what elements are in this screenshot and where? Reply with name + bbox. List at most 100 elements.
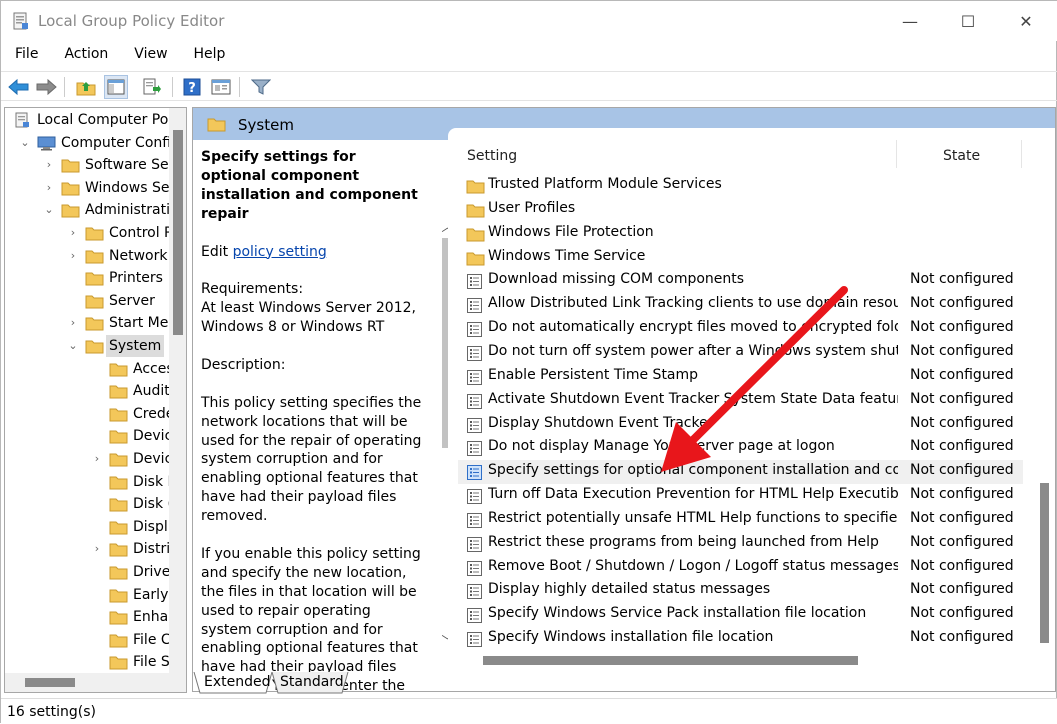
tree-node-label: Server: [109, 292, 155, 309]
tree-node[interactable]: Early: [5, 584, 169, 606]
tree-vertical-scrollbar[interactable]: [169, 108, 186, 673]
tree-node[interactable]: Local Computer Poli: [5, 109, 176, 131]
tab-extended[interactable]: Extended: [204, 674, 271, 690]
tree-node[interactable]: Acces: [5, 358, 174, 380]
maximize-button[interactable]: ☐: [939, 1, 997, 41]
tree-node-label: Audit: [133, 383, 170, 400]
tree-vscroll-thumb[interactable]: [173, 130, 183, 335]
toolbar-separator: [172, 77, 173, 97]
folder-icon: [61, 202, 80, 218]
show-hide-tree-button[interactable]: [104, 75, 128, 99]
svg-text:?: ?: [188, 81, 196, 96]
tree-node[interactable]: › Start Mer: [5, 312, 174, 334]
close-icon: ✕: [1019, 11, 1033, 31]
tree-node[interactable]: ⌄ Computer Confi: [5, 132, 171, 154]
tab-standard[interactable]: Standard: [280, 674, 344, 690]
expand-chevron-icon[interactable]: ›: [67, 245, 79, 267]
collapse-chevron-icon[interactable]: ⌄: [43, 199, 55, 221]
back-button[interactable]: [7, 75, 31, 99]
collapse-chevron-icon[interactable]: ⌄: [19, 132, 31, 154]
folder-icon: [85, 225, 104, 241]
policy-heading: Specify settings for optional component …: [201, 149, 418, 222]
tree-node[interactable]: Displ: [5, 516, 169, 538]
tree-node[interactable]: › Windows Set: [5, 177, 175, 199]
collapse-chevron-icon[interactable]: ⌄: [67, 335, 79, 357]
tree-node[interactable]: Server: [5, 290, 169, 312]
tree-node[interactable]: › Software Set: [5, 154, 174, 176]
tree-node-label: Printers: [109, 270, 163, 287]
tree-node[interactable]: Crede: [5, 403, 174, 425]
properties-button[interactable]: [209, 75, 233, 99]
forward-button[interactable]: [34, 75, 58, 99]
settings-list: Setting State Trusted Platform Module Se…: [448, 128, 1055, 691]
tree-node[interactable]: Printers: [5, 267, 169, 289]
folder-icon: [109, 541, 128, 557]
tree-node[interactable]: › Distri: [5, 538, 170, 560]
toolbar-separator: [239, 77, 240, 97]
folder-icon: [85, 293, 104, 309]
filter-icon: [251, 79, 271, 95]
help-button[interactable]: ?: [180, 75, 204, 99]
expand-chevron-icon[interactable]: ›: [43, 154, 55, 176]
tree-node-label: Drive: [133, 564, 171, 580]
policy-setting-link[interactable]: policy setting: [233, 244, 327, 260]
tree-hscroll-thumb[interactable]: [25, 678, 75, 687]
tree-node[interactable]: Disk I: [5, 471, 172, 493]
tree-node-label: Acces: [133, 360, 174, 377]
computer-icon: [37, 135, 56, 151]
tree-node[interactable]: Drive: [5, 561, 171, 583]
forward-arrow-icon: [36, 78, 57, 96]
tree-node[interactable]: File S: [5, 651, 170, 673]
folder-icon: [109, 564, 128, 580]
toolbar-separator: [64, 77, 65, 97]
status-text: 16 setting(s): [7, 704, 97, 720]
folder-icon: [109, 654, 128, 670]
tree-node[interactable]: Devic: [5, 425, 172, 447]
expand-chevron-icon[interactable]: ›: [67, 222, 79, 244]
tree-node[interactable]: › Devic: [5, 448, 172, 470]
menu-view[interactable]: View: [120, 43, 179, 69]
folder-icon: [109, 587, 128, 603]
tree-horizontal-scrollbar[interactable]: [5, 673, 186, 692]
expand-chevron-icon[interactable]: ›: [91, 538, 103, 560]
help-icon: ?: [183, 78, 201, 96]
maximize-icon: ☐: [960, 11, 976, 31]
tree-node[interactable]: Audit: [5, 380, 170, 402]
folder-icon: [109, 383, 128, 399]
menu-file[interactable]: File: [1, 43, 50, 69]
navigation-tree: File S File C Enha Early Drive › Distri Displ Di…: [4, 107, 187, 693]
export-list-button[interactable]: [140, 75, 164, 99]
menu-help[interactable]: Help: [180, 43, 238, 69]
close-button[interactable]: ✕: [997, 1, 1055, 41]
tree-node[interactable]: › Network: [5, 245, 169, 267]
expand-chevron-icon[interactable]: ›: [91, 448, 103, 470]
folder-icon: [85, 315, 104, 331]
menu-bar: File Action View Help: [1, 43, 1057, 69]
folder-icon: [207, 118, 226, 132]
folder-icon: [109, 496, 128, 512]
window-title: Local Group Policy Editor: [38, 12, 225, 30]
tree-node[interactable]: File C: [5, 629, 171, 651]
tree-node[interactable]: ⌄ System: [5, 335, 169, 357]
tree-node[interactable]: ⌄ Administrativ: [5, 199, 178, 221]
tree-node[interactable]: Enha: [5, 606, 169, 628]
folder-icon: [61, 180, 80, 196]
back-arrow-icon: [8, 78, 29, 96]
up-folder-button[interactable]: [74, 75, 98, 99]
folder-icon: [109, 361, 128, 377]
menu-action[interactable]: Action: [50, 43, 120, 69]
main-pane: System Specify settings for optional com…: [192, 107, 1056, 692]
folder-icon: [109, 451, 128, 467]
minimize-button[interactable]: —: [881, 1, 939, 41]
up-folder-icon: [76, 82, 96, 96]
edit-policy-line: Edit policy setting: [201, 243, 423, 262]
tree-node[interactable]: › Control P: [5, 222, 173, 244]
filter-button[interactable]: [249, 75, 273, 99]
tree-node[interactable]: Disk (: [5, 493, 173, 515]
requirements-text: At least Windows Server 2012, Windows 8 …: [201, 300, 416, 336]
minimize-icon: —: [902, 11, 918, 31]
folder-icon: [109, 632, 128, 648]
window: Local Group Policy Editor — ☐ ✕ File Act…: [0, 0, 1057, 724]
expand-chevron-icon[interactable]: ›: [43, 177, 55, 199]
expand-chevron-icon[interactable]: ›: [67, 312, 79, 334]
